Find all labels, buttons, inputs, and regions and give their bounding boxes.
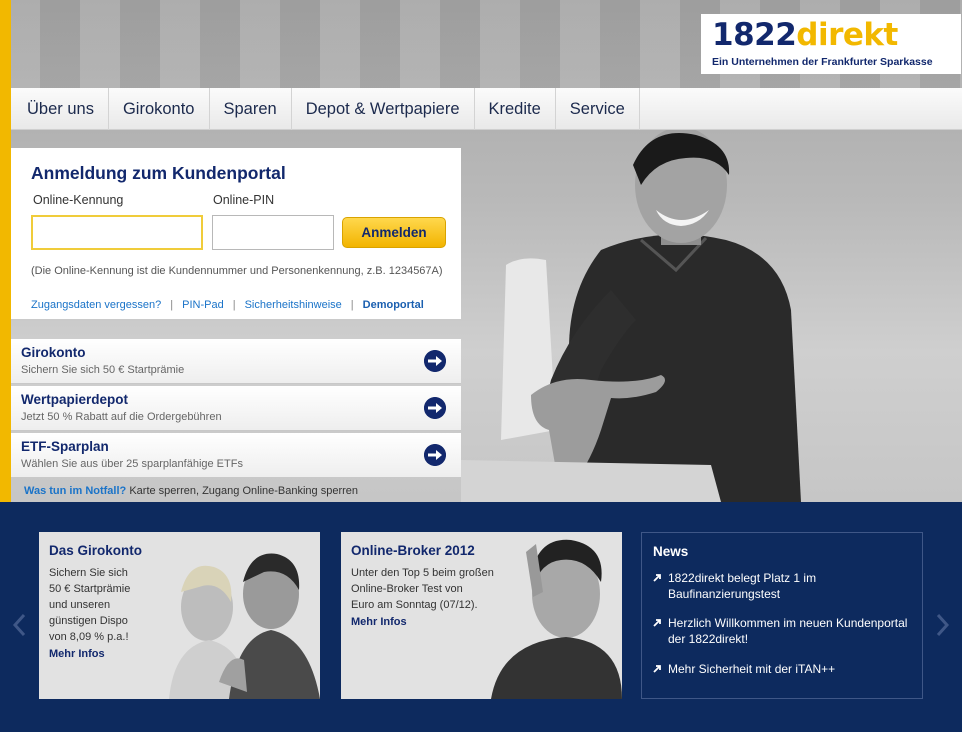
- teaser-title: Das Girokonto: [49, 543, 143, 558]
- teaser-girokonto[interactable]: Das Girokonto Sichern Sie sich 50 € Star…: [39, 532, 320, 699]
- link-separator: |: [350, 299, 354, 311]
- teaser-title: Online-Broker 2012: [351, 543, 475, 558]
- link-separator: |: [232, 299, 236, 311]
- nav-item-ueber-uns[interactable]: Über uns: [11, 88, 109, 130]
- teaser-text: Sichern Sie sich 50 € Startprämie und un…: [49, 565, 130, 645]
- online-pin-label: Online-PIN: [213, 193, 275, 207]
- demoportal-link[interactable]: Demoportal: [363, 299, 424, 311]
- nav-item-service[interactable]: Service: [556, 88, 640, 130]
- teaser-line: 50 € Startprämie: [49, 583, 131, 595]
- nav-item-sparen[interactable]: Sparen: [210, 88, 292, 130]
- teaser-line: Sichern Sie sich: [49, 567, 128, 579]
- mehr-infos-link[interactable]: Mehr Infos: [49, 648, 105, 660]
- teaser-line: günstigen Dispo: [49, 615, 128, 627]
- product-subtitle: Wählen Sie aus über 25 sparplanfähige ET…: [21, 458, 243, 470]
- login-title: Anmeldung zum Kundenportal: [31, 163, 286, 183]
- product-subtitle: Sichern Sie sich 50 € Startprämie: [21, 364, 185, 376]
- teaser-line: Euro am Sonntag (07/12).: [351, 599, 478, 611]
- news-item-text: Mehr Sicherheit mit der iTAN++: [668, 662, 836, 676]
- online-kennung-input[interactable]: [31, 215, 203, 250]
- online-pin-input[interactable]: [212, 215, 334, 250]
- product-title: Girokonto: [21, 345, 86, 360]
- nav-item-girokonto[interactable]: Girokonto: [109, 88, 210, 130]
- news-item-text: 1822direkt belegt Platz 1 im Baufinanzier…: [668, 571, 817, 601]
- login-panel: Anmeldung zum Kundenportal Online-Kennun…: [11, 148, 461, 319]
- mehr-infos-link[interactable]: Mehr Infos: [351, 616, 407, 628]
- news-arrow-icon: [653, 619, 661, 627]
- chevron-right-icon[interactable]: [932, 612, 952, 638]
- login-hint: (Die Online-Kennung ist die Kundennummer…: [31, 265, 443, 277]
- arrow-right-circle-icon[interactable]: [424, 350, 446, 372]
- login-links: Zugangsdaten vergessen? | PIN-Pad | Sicherhe…: [31, 299, 424, 311]
- notfall-text: Karte sperren, Zugang Online-Banking spe…: [129, 485, 359, 497]
- online-kennung-label: Online-Kennung: [33, 193, 124, 207]
- zugangsdaten-vergessen-link[interactable]: Zugangsdaten vergessen?: [31, 299, 161, 311]
- link-separator: |: [170, 299, 174, 311]
- news-arrow-icon: [653, 574, 661, 582]
- teaser-line: Unter den Top 5 beim großen: [351, 567, 494, 579]
- main-navigation: Über uns Girokonto Sparen Depot & Wertpa…: [11, 88, 962, 130]
- news-arrow-icon: [653, 665, 661, 673]
- news-box: News 1822direkt belegt Platz 1 im Baufina…: [641, 532, 923, 699]
- product-title: Wertpapierdepot: [21, 392, 129, 407]
- news-title: News: [653, 544, 689, 559]
- pin-pad-link[interactable]: PIN-Pad: [182, 299, 224, 311]
- product-subtitle: Jetzt 50 % Rabatt auf die Ordergebühren: [21, 411, 222, 423]
- emergency-info: Was tun im Notfall? Karte sperren, Zugan…: [24, 485, 358, 497]
- news-item-text: Herzlich Willkommen im neuen Kundenporta…: [668, 616, 908, 646]
- arrow-right-circle-icon[interactable]: [424, 397, 446, 419]
- product-title: ETF-Sparplan: [21, 439, 109, 454]
- product-row-etf-sparplan[interactable]: ETF-Sparplan Wählen Sie aus über 25 spar…: [11, 433, 461, 478]
- teaser-line: Online-Broker Test von: [351, 583, 463, 595]
- teaser-line: von 8,09 % p.a.!: [49, 631, 129, 643]
- product-row-girokonto[interactable]: Girokonto Sichern Sie sich 50 € Startprä…: [11, 339, 461, 384]
- nav-item-depot-wertpapiere[interactable]: Depot & Wertpapiere: [292, 88, 475, 130]
- logo-wordmark: 1822direkt: [712, 17, 898, 53]
- arrow-right-circle-icon[interactable]: [424, 444, 446, 466]
- notfall-link[interactable]: Was tun im Notfall?: [24, 485, 126, 497]
- product-row-wertpapierdepot[interactable]: Wertpapierdepot Jetzt 50 % Rabatt auf di…: [11, 386, 461, 431]
- anmelden-button[interactable]: Anmelden: [342, 217, 446, 248]
- man-thinking-photo-illustration: [491, 539, 622, 699]
- brand-accent-bar: [0, 0, 11, 502]
- logo-tagline: Ein Unternehmen der Frankfurter Sparkass…: [712, 56, 933, 68]
- nav-item-kredite[interactable]: Kredite: [475, 88, 556, 130]
- couple-photo-illustration: [169, 553, 320, 699]
- logo-1822direkt[interactable]: 1822direkt Ein Unternehmen der Frankfurt…: [701, 14, 961, 74]
- chevron-left-icon[interactable]: [10, 612, 30, 638]
- sicherheitshinweise-link[interactable]: Sicherheitshinweise: [245, 299, 342, 311]
- teaser-online-broker[interactable]: Online-Broker 2012 Unter den Top 5 beim …: [341, 532, 622, 699]
- teaser-line: und unseren: [49, 599, 111, 611]
- teaser-text: Unter den Top 5 beim großen Online-Broke…: [351, 565, 494, 613]
- hero-man-illustration: [461, 130, 801, 502]
